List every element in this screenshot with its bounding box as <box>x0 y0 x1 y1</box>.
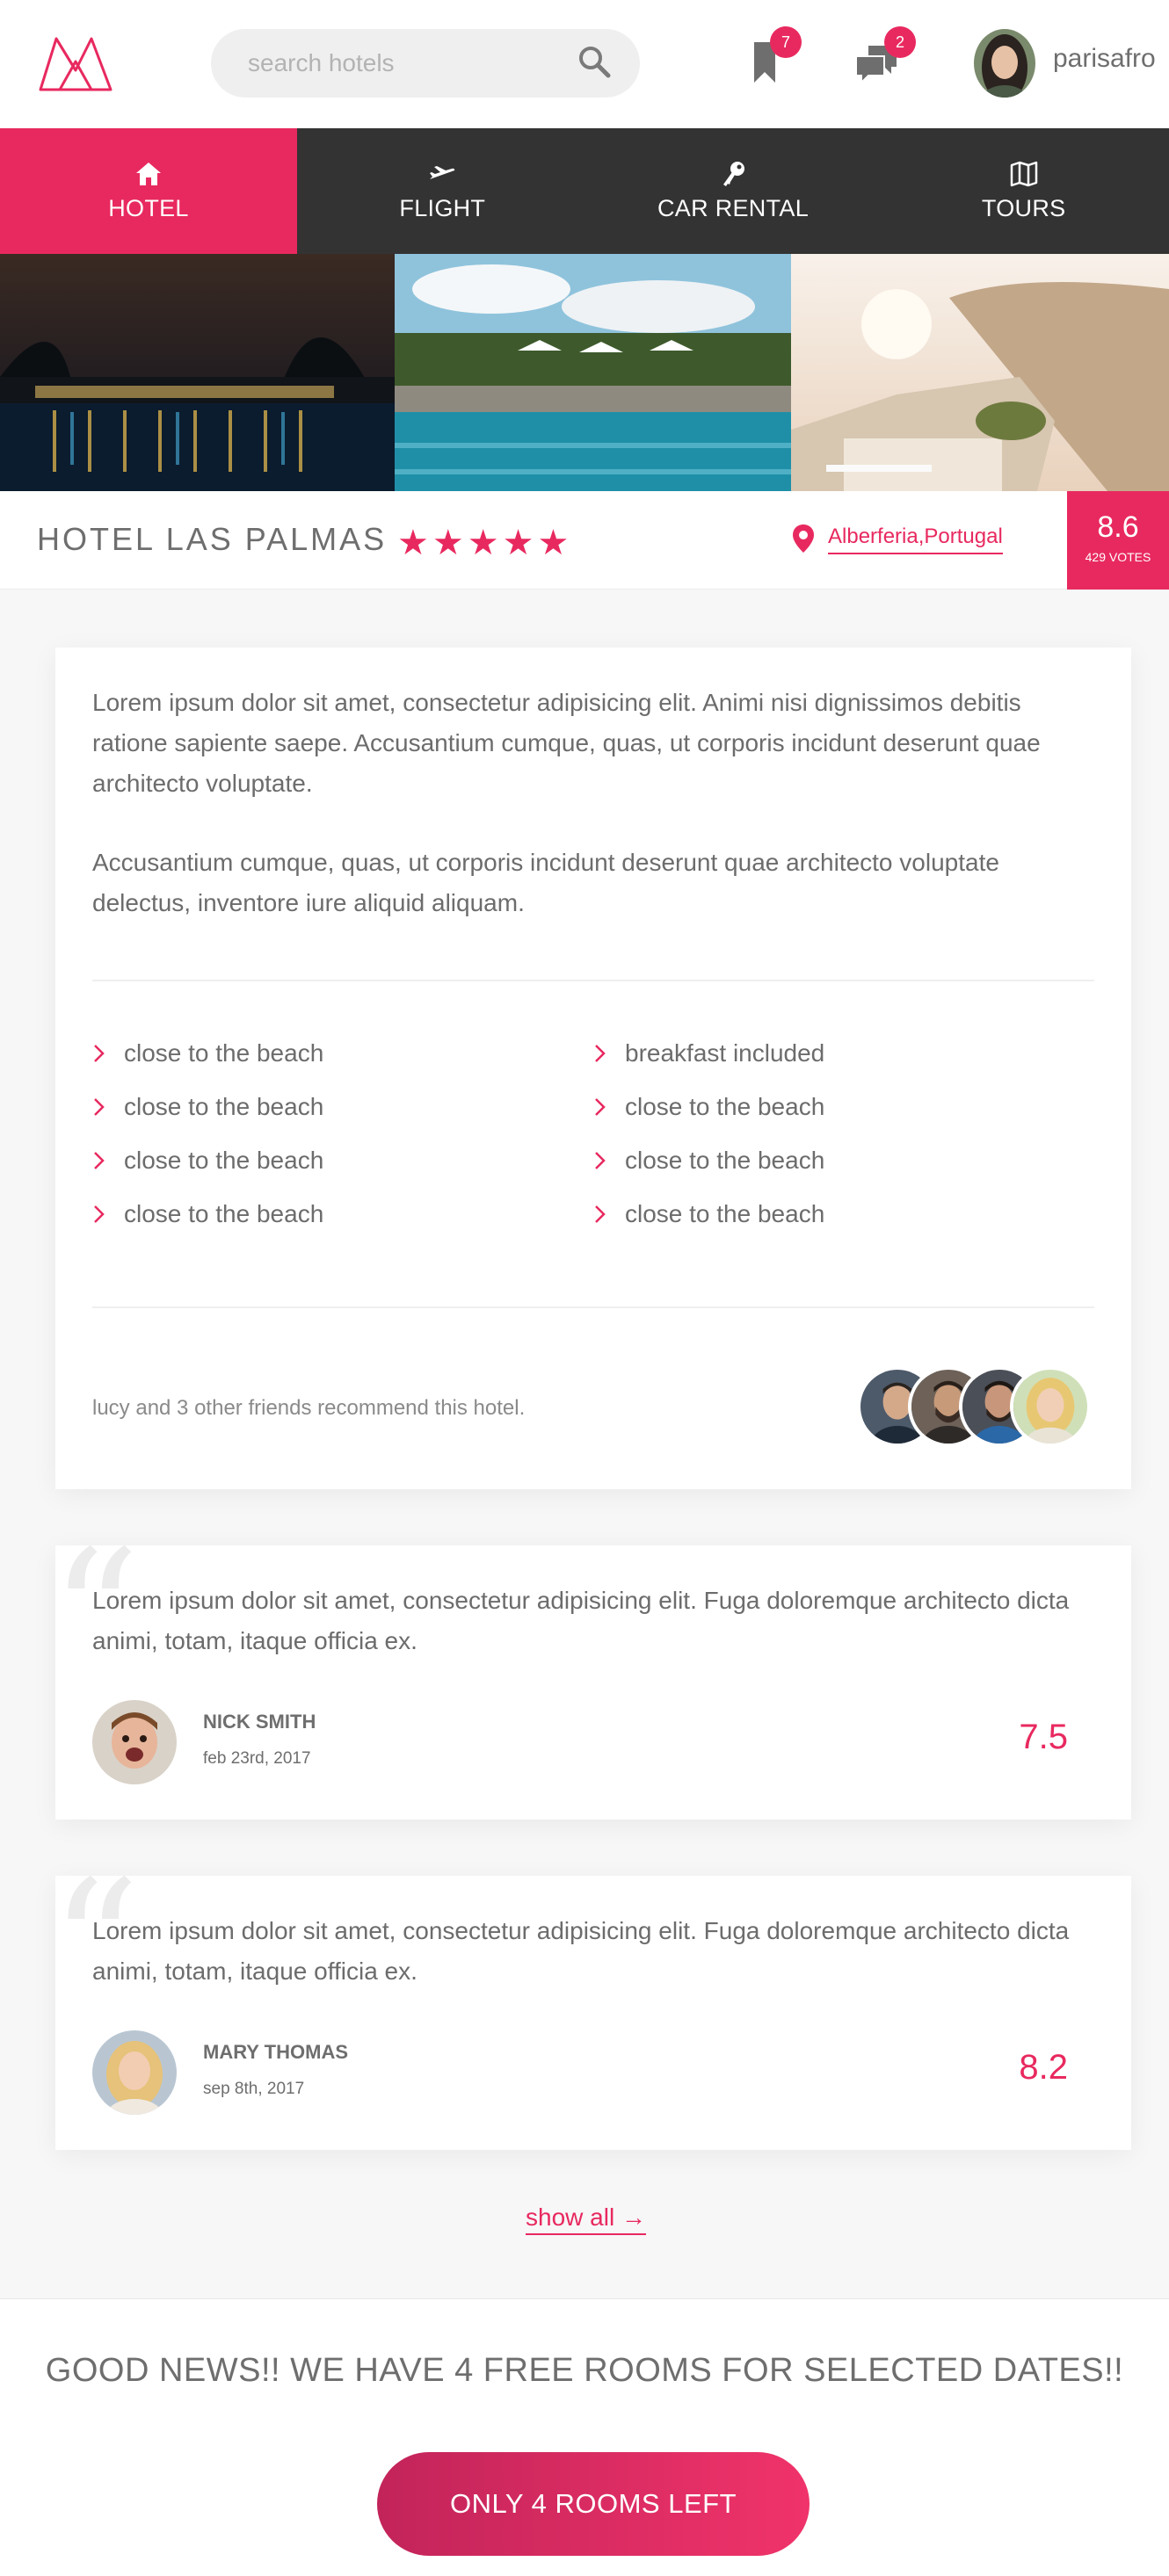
divider <box>92 1306 1094 1308</box>
nav-tab-hotel[interactable]: HOTEL <box>0 128 297 254</box>
gallery-image-coast-terrace[interactable] <box>791 254 1169 491</box>
description-paragraph: Lorem ipsum dolor sit amet, consectetur … <box>92 689 1041 797</box>
friend-avatar[interactable] <box>1010 1366 1091 1447</box>
nav-tab-tours[interactable]: TOURS <box>878 128 1169 254</box>
feature-item: close to the beach <box>593 1147 824 1175</box>
search-icon[interactable] <box>577 44 612 79</box>
description-paragraph: Accusantium cumque, quas, ut corporis in… <box>92 849 999 916</box>
search-input[interactable] <box>248 29 564 98</box>
divider <box>92 980 1094 981</box>
gallery-image-night-pool[interactable] <box>0 254 395 491</box>
show-all-link[interactable]: show all → <box>526 2203 646 2235</box>
review-score: 7.5 <box>1019 1718 1068 1756</box>
feature-item: close to the beach <box>92 1093 323 1121</box>
feature-item: close to the beach <box>92 1147 323 1175</box>
feature-label: close to the beach <box>124 1147 324 1174</box>
reviewer-avatar[interactable] <box>92 1700 177 1784</box>
gallery-image-day-pool[interactable] <box>395 254 791 491</box>
review-text: Lorem ipsum dolor sit amet, consectetur … <box>92 1587 1070 1654</box>
messages-badge: 2 <box>884 26 916 58</box>
feature-item: close to the beach <box>593 1093 824 1121</box>
location-link[interactable]: Alberferia,Portugal <box>828 525 1003 554</box>
feature-item: close to the beach <box>92 1200 323 1228</box>
chevron-right-icon <box>595 1045 606 1062</box>
nav-tab-car-rental[interactable]: CAR RENTAL <box>588 128 879 254</box>
review-card: “ Lorem ipsum dolor sit amet, consectetu… <box>50 1528 1131 1820</box>
feature-item: close to the beach <box>92 1039 323 1067</box>
search-bar <box>211 29 640 98</box>
hotel-score: 8.6 <box>1097 510 1139 544</box>
key-icon <box>723 162 744 186</box>
reviewer-name: MARY THOMAS <box>203 2041 348 2063</box>
hotel-info-bar: HOTEL LAS PALMAS ★★★★★ Alberferia,Portug… <box>0 491 1169 590</box>
chevron-right-icon <box>94 1205 105 1223</box>
feature-label: close to the beach <box>124 1093 324 1120</box>
chevron-right-icon <box>595 1098 606 1116</box>
top-bar: 7 2 parisafro <box>0 0 1169 128</box>
reviewer-name: NICK SMITH <box>203 1711 316 1733</box>
location-pin-icon <box>793 525 814 553</box>
nav-tab-flight[interactable]: FLIGHT <box>297 128 588 254</box>
main-nav: HOTEL FLIGHT CAR RENTAL TOURS <box>0 128 1169 254</box>
availability-banner: GOOD NEWS!! WE HAVE 4 FREE ROOMS FOR SEL… <box>0 2298 1169 2576</box>
recommend-text: lucy and 3 other friends recommend this … <box>92 1396 526 1420</box>
hotel-votes: 429 VOTES <box>1085 550 1151 564</box>
nav-tab-label: TOURS <box>981 195 1066 221</box>
feature-label: close to the beach <box>124 1200 324 1227</box>
hotel-name: HOTEL LAS PALMAS <box>37 521 388 557</box>
description-card: Lorem ipsum dolor sit amet, consectetur … <box>55 648 1131 1489</box>
photo-gallery <box>0 254 1169 491</box>
user-avatar[interactable] <box>974 29 1035 98</box>
feature-label: breakfast included <box>625 1039 825 1067</box>
reviewer-avatar[interactable] <box>92 2030 177 2115</box>
logo-icon[interactable] <box>37 35 114 93</box>
chevron-right-icon <box>94 1098 105 1116</box>
review-card: “ Lorem ipsum dolor sit amet, consectetu… <box>50 1858 1131 2150</box>
nav-tab-label: HOTEL <box>108 195 189 221</box>
map-icon <box>1010 161 1037 187</box>
rooms-left-button[interactable]: ONLY 4 ROOMS LEFT <box>377 2452 810 2556</box>
feature-label: close to the beach <box>625 1200 825 1227</box>
nav-tab-label: FLIGHT <box>399 195 486 221</box>
username[interactable]: parisafro <box>1053 44 1156 74</box>
star-rating: ★★★★★ <box>397 524 573 562</box>
chevron-right-icon <box>595 1205 606 1223</box>
review-date: sep 8th, 2017 <box>203 2080 305 2098</box>
availability-text: GOOD NEWS!! WE HAVE 4 FREE ROOMS FOR SEL… <box>45 2352 1124 2389</box>
hotel-score-badge: 8.6 429 VOTES <box>1067 491 1169 590</box>
bookmarks-badge: 7 <box>770 26 802 58</box>
feature-label: close to the beach <box>625 1147 825 1174</box>
chevron-right-icon <box>94 1045 105 1062</box>
chevron-right-icon <box>595 1152 606 1169</box>
nav-tab-label: CAR RENTAL <box>657 195 810 221</box>
feature-item: breakfast included <box>593 1039 824 1067</box>
feature-item: close to the beach <box>593 1200 824 1228</box>
feature-label: close to the beach <box>124 1039 324 1067</box>
review-score: 8.2 <box>1019 2048 1068 2087</box>
feature-label: close to the beach <box>625 1093 825 1120</box>
chevron-right-icon <box>94 1152 105 1169</box>
home-icon <box>136 163 161 185</box>
review-date: feb 23rd, 2017 <box>203 1749 311 1768</box>
plane-icon <box>430 166 455 179</box>
review-text: Lorem ipsum dolor sit amet, consectetur … <box>92 1917 1070 1985</box>
